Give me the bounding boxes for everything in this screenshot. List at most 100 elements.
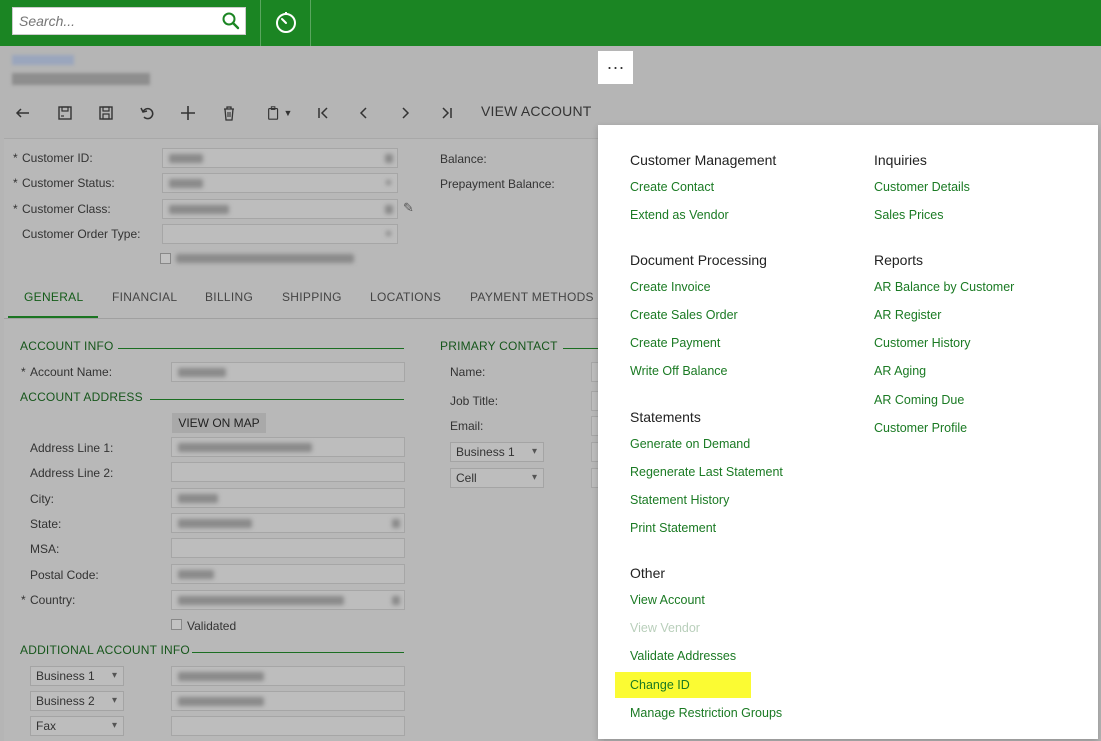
customer-status-field[interactable] (162, 173, 398, 193)
menu-item-customer-history[interactable]: Customer History (874, 336, 971, 350)
job-title-label: Job Title: (450, 394, 499, 408)
previous-record-icon[interactable] (353, 102, 375, 124)
tab-strip: GENERAL FINANCIAL BILLING SHIPPING LOCAT… (4, 290, 604, 318)
phone-type-dropdown-3[interactable]: Fax (30, 716, 124, 736)
customer-id-field[interactable] (162, 148, 398, 168)
menu-item-create-contact[interactable]: Create Contact (630, 180, 714, 194)
phone1-field[interactable] (171, 666, 405, 686)
email-label: Email: (450, 419, 484, 433)
balance-label: Balance: (440, 152, 487, 166)
menu-item-ar-coming-due[interactable]: AR Coming Due (874, 393, 964, 407)
back-icon[interactable] (12, 102, 34, 124)
first-record-icon[interactable] (312, 102, 334, 124)
tab-financial[interactable]: FINANCIAL (112, 290, 177, 304)
msa-field[interactable] (171, 538, 405, 558)
address-line2-field[interactable] (171, 462, 405, 482)
toolbar: ▼ VIEW ACCOUNT (0, 98, 640, 128)
tab-billing[interactable]: BILLING (205, 290, 253, 304)
country-field[interactable] (171, 590, 405, 610)
more-actions-button[interactable]: ··· (598, 51, 633, 84)
menu-item-manage-restriction-groups[interactable]: Manage Restriction Groups (630, 706, 782, 720)
tab-locations[interactable]: LOCATIONS (370, 290, 441, 304)
topbar-divider (310, 0, 311, 46)
city-field[interactable] (171, 488, 405, 508)
additional-account-info-header: ADDITIONAL ACCOUNT INFO (20, 643, 190, 657)
menu-item-regenerate-last-statement[interactable]: Regenerate Last Statement (630, 465, 783, 479)
msa-label: MSA: (30, 542, 60, 556)
customer-order-type-field[interactable] (162, 224, 398, 244)
menu-header-reports: Reports (874, 252, 924, 268)
postal-code-label: Postal Code: (30, 568, 99, 582)
menu-header-document-processing: Document Processing (630, 252, 767, 268)
phone2-field[interactable] (171, 691, 405, 711)
menu-item-create-sales-order[interactable]: Create Sales Order (630, 308, 738, 322)
state-field[interactable] (171, 513, 405, 533)
phone-type-dropdown-2[interactable]: Business 2 (30, 691, 124, 711)
menu-header-statements: Statements (630, 409, 701, 425)
validated-label: Validated (187, 619, 237, 633)
delete-icon[interactable] (218, 102, 240, 124)
validated-checkbox[interactable] (171, 619, 182, 630)
menu-header-inquiries: Inquiries (874, 152, 927, 168)
customer-class-label: Customer Class: (13, 202, 111, 216)
add-icon[interactable] (177, 102, 199, 124)
view-account-button[interactable]: VIEW ACCOUNT (481, 103, 592, 119)
undo-icon[interactable] (136, 102, 158, 124)
menu-item-statement-history[interactable]: Statement History (630, 493, 729, 507)
prepayment-balance-label: Prepayment Balance: (440, 177, 555, 191)
menu-item-ar-register[interactable]: AR Register (874, 308, 941, 322)
address-line2-label: Address Line 2: (30, 466, 114, 480)
menu-item-view-account[interactable]: View Account (630, 593, 705, 607)
customer-class-field[interactable] (162, 199, 398, 219)
menu-item-customer-details[interactable]: Customer Details (874, 180, 970, 194)
address-line1-label: Address Line 1: (30, 441, 114, 455)
contact-phone-type-dropdown-2[interactable]: Cell (450, 468, 544, 488)
primary-contact-header: PRIMARY CONTACT (440, 339, 558, 353)
account-name-field[interactable] (171, 362, 405, 382)
name-label: Name: (450, 365, 486, 379)
topbar-divider (260, 0, 261, 46)
menu-item-ar-balance-by-customer[interactable]: AR Balance by Customer (874, 280, 1014, 294)
menu-item-sales-prices[interactable]: Sales Prices (874, 208, 943, 222)
menu-header-other: Other (630, 565, 666, 581)
pencil-icon[interactable]: ✎ (403, 200, 414, 216)
view-on-map-button[interactable]: VIEW ON MAP (172, 413, 266, 433)
search-input[interactable] (13, 8, 213, 34)
menu-item-ar-aging[interactable]: AR Aging (874, 364, 926, 378)
save-close-icon[interactable] (54, 102, 76, 124)
top-bar (0, 0, 1101, 46)
page-title (12, 73, 150, 85)
tab-payment-methods[interactable]: PAYMENT METHODS (470, 290, 594, 304)
last-record-icon[interactable] (436, 102, 458, 124)
phone-type-dropdown-1[interactable]: Business 1 (30, 666, 124, 686)
chevron-down-icon: ▼ (283, 108, 293, 118)
breadcrumb[interactable] (12, 55, 74, 65)
contact-phone-type-dropdown-1[interactable]: Business 1 (450, 442, 544, 462)
customer-status-label: Customer Status: (13, 176, 115, 190)
customer-order-type-label: Customer Order Type: (22, 227, 141, 241)
timer-icon[interactable] (272, 9, 300, 37)
state-label: State: (30, 517, 62, 531)
menu-item-generate-on-demand[interactable]: Generate on Demand (630, 437, 750, 451)
menu-item-extend-as-vendor[interactable]: Extend as Vendor (630, 208, 729, 222)
tab-shipping[interactable]: SHIPPING (282, 290, 342, 304)
menu-item-print-statement[interactable]: Print Statement (630, 521, 716, 535)
search-box[interactable] (12, 7, 246, 35)
menu-item-validate-addresses[interactable]: Validate Addresses (630, 649, 736, 663)
menu-item-customer-profile[interactable]: Customer Profile (874, 421, 967, 435)
search-icon[interactable] (221, 11, 241, 31)
tab-general[interactable]: GENERAL (24, 290, 83, 304)
menu-item-create-invoice[interactable]: Create Invoice (630, 280, 711, 294)
address-line1-field[interactable] (171, 437, 405, 457)
menu-item-change-id[interactable]: Change ID (615, 672, 751, 698)
next-record-icon[interactable] (394, 102, 416, 124)
save-icon[interactable] (95, 102, 117, 124)
postal-code-field[interactable] (171, 564, 405, 584)
fax-field[interactable] (171, 716, 405, 736)
summary-checkbox-label (176, 254, 354, 263)
menu-header-customer-management: Customer Management (630, 152, 777, 168)
clipboard-icon[interactable]: ▼ (262, 102, 296, 124)
summary-checkbox[interactable] (160, 253, 171, 264)
menu-item-create-payment[interactable]: Create Payment (630, 336, 720, 350)
menu-item-write-off-balance[interactable]: Write Off Balance (630, 364, 728, 378)
